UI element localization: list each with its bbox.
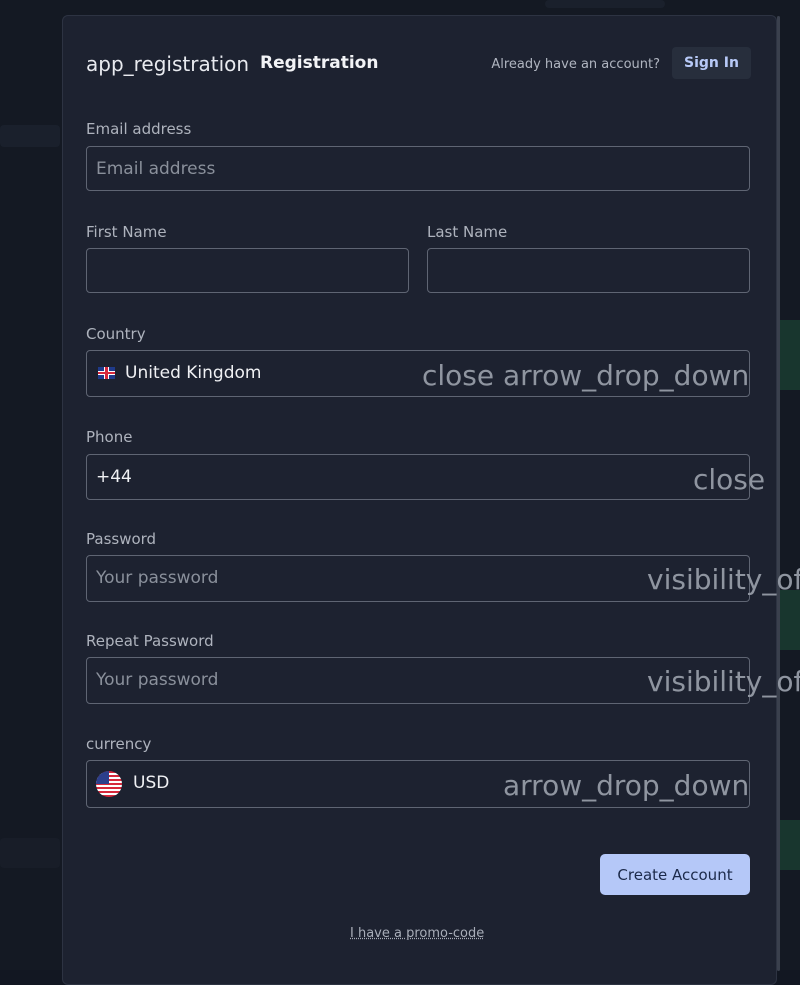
have-account-text: Already have an account? [491, 57, 660, 72]
last-name-field-container [427, 248, 750, 293]
promo-code-link[interactable]: I have a promo-code [350, 926, 484, 941]
background-strip [0, 838, 60, 868]
arrow-drop-down-icon[interactable]: arrow_drop_down [503, 769, 749, 802]
us-flag-icon [96, 771, 122, 797]
close-icon[interactable]: close [422, 359, 494, 392]
sign-in-button[interactable]: Sign In [672, 47, 751, 79]
arrow-drop-down-icon[interactable]: arrow_drop_down [503, 359, 749, 392]
background-strip [0, 125, 60, 147]
first-name-input[interactable] [96, 249, 385, 292]
repeat-password-input[interactable] [96, 658, 692, 701]
page-title: Registration [260, 53, 379, 73]
dialog-header: app_registration Registration Already ha… [86, 47, 751, 80]
currency-select[interactable]: USD arrow_drop_down [86, 760, 750, 808]
first-name-field-container [86, 248, 409, 293]
email-field-container [86, 146, 750, 191]
visibility-off-icon[interactable]: visibility_off [647, 665, 800, 698]
email-label: Email address [86, 120, 192, 138]
repeat-password-label: Repeat Password [86, 632, 214, 650]
first-name-label: First Name [86, 223, 167, 241]
password-label: Password [86, 530, 157, 548]
currency-label: currency [86, 735, 152, 753]
phone-field-container: +44 close [86, 454, 765, 500]
uk-flag-icon [98, 367, 115, 379]
scrollbar[interactable] [777, 16, 780, 971]
phone-label: Phone [86, 428, 133, 446]
last-name-input[interactable] [437, 249, 726, 292]
registration-dialog: app_registration Registration Already ha… [62, 15, 780, 985]
phone-input[interactable]: +44 [96, 467, 132, 487]
visibility-off-icon[interactable]: visibility_off [647, 563, 800, 596]
country-label: Country [86, 325, 146, 343]
password-input[interactable] [96, 556, 692, 599]
last-name-label: Last Name [427, 223, 508, 241]
app-registration-icon: app_registration [86, 52, 250, 76]
country-select[interactable]: United Kingdom close arrow_drop_down [86, 350, 750, 397]
close-icon[interactable]: close [693, 463, 765, 496]
country-value: United Kingdom [125, 363, 262, 383]
currency-value: USD [133, 773, 170, 793]
background-strip [545, 0, 665, 8]
email-input[interactable] [96, 147, 692, 190]
create-account-button[interactable]: Create Account [600, 854, 750, 895]
